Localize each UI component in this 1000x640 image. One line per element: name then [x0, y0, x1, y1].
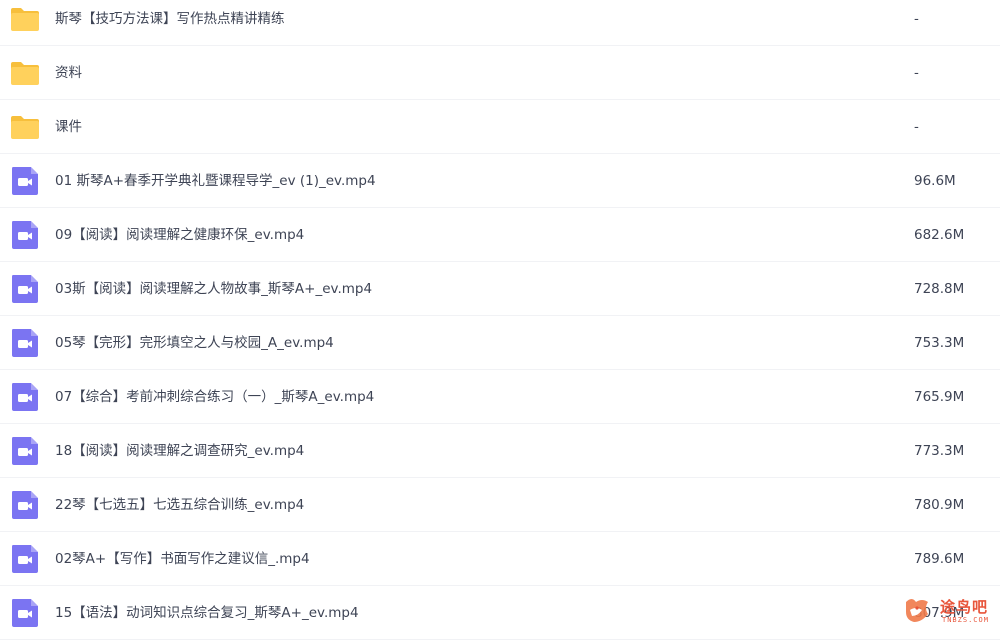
- file-row[interactable]: 03斯【阅读】阅读理解之人物故事_斯琴A+_ev.mp4 728.8M: [0, 262, 1000, 316]
- file-size: -: [914, 65, 919, 81]
- file-name[interactable]: 15【语法】动词知识点综合复习_斯琴A+_ev.mp4: [55, 586, 359, 640]
- folder-row[interactable]: 斯琴【技巧方法课】写作热点精讲精练 -: [0, 0, 1000, 46]
- file-row[interactable]: 01 斯琴A+春季开学典礼暨课程导学_ev (1)_ev.mp4 96.6M: [0, 154, 1000, 208]
- file-row[interactable]: 18【阅读】阅读理解之调查研究_ev.mp4 773.3M: [0, 424, 1000, 478]
- file-row[interactable]: 22琴【七选五】七选五综合训练_ev.mp4 780.9M: [0, 478, 1000, 532]
- file-name[interactable]: 05琴【完形】完形填空之人与校园_A_ev.mp4: [55, 316, 334, 370]
- file-size: 789.6M: [914, 551, 965, 567]
- file-row[interactable]: 09【阅读】阅读理解之健康环保_ev.mp4 682.6M: [0, 208, 1000, 262]
- file-size: 728.8M: [914, 281, 965, 297]
- fox-logo-icon: [906, 599, 928, 622]
- video-file-icon: [10, 329, 40, 357]
- folder-row[interactable]: 课件 -: [0, 100, 1000, 154]
- file-size: 765.9M: [914, 389, 965, 405]
- file-name[interactable]: 07【综合】考前冲刺综合练习（一）_斯琴A_ev.mp4: [55, 370, 374, 424]
- folder-icon: [10, 59, 40, 87]
- file-name[interactable]: 02琴A+【写作】书面写作之建议信_.mp4: [55, 532, 310, 586]
- watermark-subtext: TNBZS.COM: [942, 616, 989, 624]
- file-size: 682.6M: [914, 227, 965, 243]
- video-file-icon: [10, 437, 40, 465]
- folder-icon: [10, 113, 40, 141]
- file-size: -: [914, 11, 919, 27]
- folder-icon: [10, 5, 40, 33]
- file-name[interactable]: 22琴【七选五】七选五综合训练_ev.mp4: [55, 478, 304, 532]
- video-file-icon: [10, 221, 40, 249]
- file-name[interactable]: 课件: [55, 100, 82, 154]
- file-row[interactable]: 05琴【完形】完形填空之人与校园_A_ev.mp4 753.3M: [0, 316, 1000, 370]
- file-name[interactable]: 斯琴【技巧方法课】写作热点精讲精练: [55, 0, 285, 46]
- video-file-icon: [10, 545, 40, 573]
- file-name[interactable]: 09【阅读】阅读理解之健康环保_ev.mp4: [55, 208, 304, 262]
- file-size: 780.9M: [914, 497, 965, 513]
- file-row[interactable]: 15【语法】动词知识点综合复习_斯琴A+_ev.mp4 807.9M: [0, 586, 1000, 640]
- file-name[interactable]: 01 斯琴A+春季开学典礼暨课程导学_ev (1)_ev.mp4: [55, 154, 376, 208]
- watermark-text: 途鸟吧: [940, 598, 989, 616]
- file-size: 96.6M: [914, 173, 956, 189]
- file-size: 773.3M: [914, 443, 965, 459]
- video-file-icon: [10, 167, 40, 195]
- file-size: 753.3M: [914, 335, 965, 351]
- watermark: 途鸟吧 TNBZS.COM: [900, 592, 996, 632]
- video-file-icon: [10, 491, 40, 519]
- file-name[interactable]: 18【阅读】阅读理解之调查研究_ev.mp4: [55, 424, 304, 478]
- video-file-icon: [10, 275, 40, 303]
- file-row[interactable]: 07【综合】考前冲刺综合练习（一）_斯琴A_ev.mp4 765.9M: [0, 370, 1000, 424]
- folder-row[interactable]: 资料 -: [0, 46, 1000, 100]
- file-row[interactable]: 02琴A+【写作】书面写作之建议信_.mp4 789.6M: [0, 532, 1000, 586]
- file-size: -: [914, 119, 919, 135]
- file-name[interactable]: 资料: [55, 46, 82, 100]
- video-file-icon: [10, 383, 40, 411]
- video-file-icon: [10, 599, 40, 627]
- file-name[interactable]: 03斯【阅读】阅读理解之人物故事_斯琴A+_ev.mp4: [55, 262, 372, 316]
